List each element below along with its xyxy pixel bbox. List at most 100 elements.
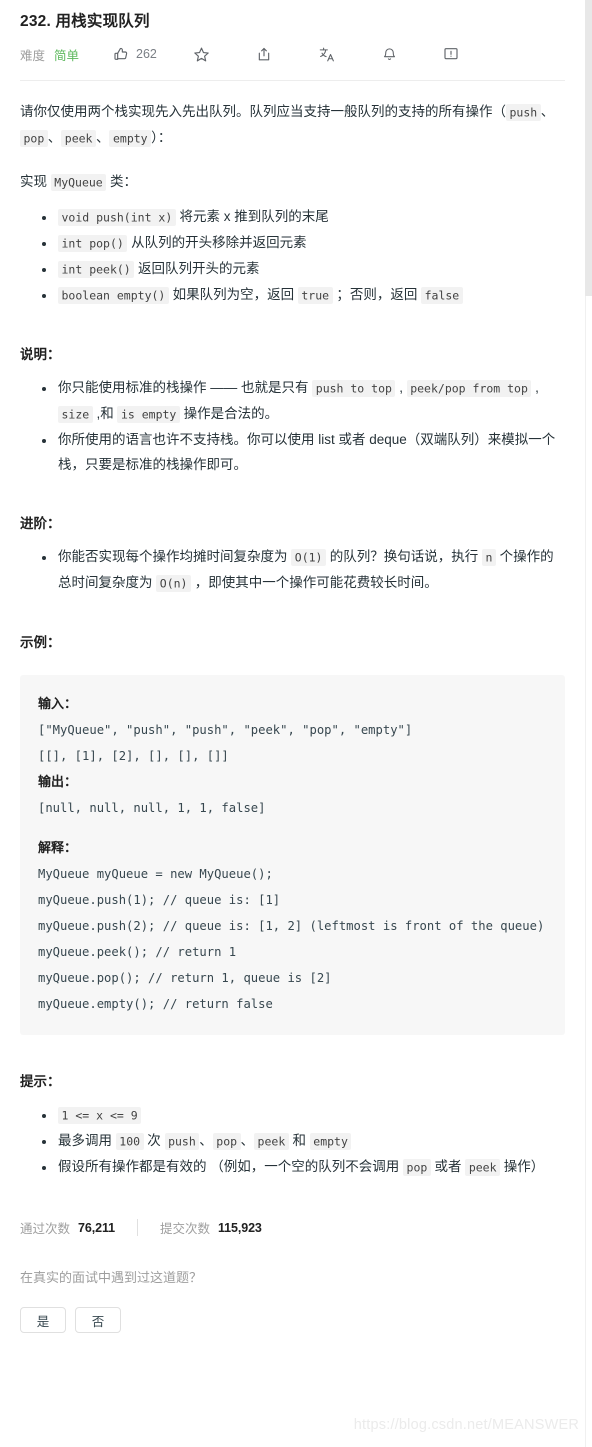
section-heading-example: 示例： <box>20 635 61 651</box>
description-paragraph-2: 实现 MyQueue 类： <box>20 169 565 195</box>
desc-text-a: 请你仅使用两个栈实现先入先出队列。队列应当支持一般队列的支持的所有操作（ <box>20 104 506 120</box>
method-desc-b: ；否则，返回 <box>332 287 422 303</box>
list-item: 你所使用的语言也许不支持栈。你可以使用 list 或者 deque（双端队列）来… <box>56 427 565 477</box>
sep-1: 、 <box>540 104 555 120</box>
like-count: 262 <box>136 47 157 62</box>
list-item: int peek() 返回队列开头的元素 <box>56 256 565 282</box>
list-item: boolean empty() 如果队列为空，返回 true ；否则，返回 fa… <box>56 282 565 308</box>
code-myqueue: MyQueue <box>50 173 107 191</box>
impl-text-a: 实现 <box>20 174 51 190</box>
code-constraint-x: 1 <= x <= 9 <box>58 1106 142 1124</box>
method-desc-a: 如果队列为空，返回 <box>168 287 298 303</box>
difficulty-value: 简单 <box>54 48 80 63</box>
no-button[interactable]: 否 <box>75 1307 121 1334</box>
problem-content: 请你仅使用两个栈实现先入先出队列。队列应当支持一般队列的支持的所有操作（ push… <box>0 99 585 1180</box>
list-item: void push(int x) 将元素 x 推到队列的末尾 <box>56 204 565 230</box>
code-size: size <box>58 405 93 423</box>
list-item: int pop() 从队列的开头移除并返回元素 <box>56 230 565 256</box>
note-text-b: , <box>395 380 407 396</box>
hint3-text-c: 操作） <box>500 1159 545 1175</box>
method-signature: void push(int x) <box>58 208 176 226</box>
hint-text-b: 次 <box>143 1133 165 1149</box>
page-scrollbar[interactable] <box>585 0 592 1447</box>
problem-page: 232. 用栈实现队列 难度 简单 262 请你仅使用两个栈实现先入先出队列。队… <box>0 0 585 1334</box>
passed-value: 76,211 <box>78 1220 115 1235</box>
desc-text-b: ）： <box>151 130 172 146</box>
submitted-value: 115,923 <box>217 1220 262 1235</box>
example-explain-line: myQueue.peek(); // return 1 <box>38 945 237 960</box>
notes-list: 你只能使用标准的栈操作 —— 也就是只有 push to top , peek/… <box>20 375 565 477</box>
list-item: 你只能使用标准的栈操作 —— 也就是只有 push to top , peek/… <box>56 375 565 427</box>
list-item: 最多调用 100 次 push、pop、peek 和 empty <box>56 1128 565 1154</box>
description-paragraph-1: 请你仅使用两个栈实现先入先出队列。队列应当支持一般队列的支持的所有操作（ push… <box>20 99 565 151</box>
section-heading-advanced: 进阶： <box>20 516 61 532</box>
adv-text-d: ，即使其中一个操作可能花费较长时间。 <box>190 575 438 591</box>
difficulty-label: 难度 <box>20 48 46 63</box>
sep-2: 、 <box>47 130 62 146</box>
example-input-label: 输入： <box>38 696 78 712</box>
code-peek-hint3: peek <box>465 1158 501 1176</box>
list-item: 假设所有操作都是有效的 （例如，一个空的队列不会调用 pop 或者 peek 操… <box>56 1154 565 1180</box>
example-input-line-1: ["MyQueue", "push", "push", "peek", "pop… <box>38 723 413 738</box>
code-empty-hint: empty <box>309 1132 352 1150</box>
yes-button[interactable]: 是 <box>20 1307 66 1334</box>
problem-toolbar <box>193 46 459 63</box>
scrollbar-thumb[interactable] <box>585 0 592 296</box>
example-spacer <box>38 821 547 835</box>
example-explain-line: myQueue.push(1); // queue is: [1] <box>38 893 281 908</box>
code-true: true <box>297 286 333 304</box>
code-pop: pop <box>20 129 48 147</box>
section-heading-notes: 说明： <box>20 347 61 363</box>
code-pop-hint3: pop <box>403 1158 431 1176</box>
method-list: void push(int x) 将元素 x 推到队列的末尾 int pop()… <box>20 204 565 308</box>
method-signature: int peek() <box>58 260 135 278</box>
problem-stats: 通过次数 76,211 提交次数 115,923 <box>0 1218 585 1237</box>
passed-label: 通过次数 <box>20 1222 71 1237</box>
share-icon[interactable] <box>256 46 272 63</box>
code-o1: O(1) <box>291 548 326 566</box>
submitted-label: 提交次数 <box>159 1222 210 1237</box>
advanced-list: 你能否实现每个操作均摊时间复杂度为 O(1) 的队列？换句话说，执行 n 个操作… <box>20 544 565 596</box>
comment-icon[interactable] <box>443 46 459 62</box>
hint-sep-2: 、 <box>240 1133 255 1149</box>
method-signature: boolean empty() <box>58 286 169 304</box>
code-peek: peek <box>61 129 96 147</box>
code-false: false <box>421 286 463 304</box>
header-divider <box>20 80 565 82</box>
watermark: https://blog.csdn.net/MEANSWER <box>353 1417 579 1433</box>
example-output-line: [null, null, null, 1, 1, false] <box>38 801 266 816</box>
translate-icon[interactable] <box>318 46 336 63</box>
section-heading-hints: 提示： <box>20 1074 61 1090</box>
code-peek-hint: peek <box>254 1132 289 1150</box>
problem-meta-row: 难度 简单 262 <box>20 39 565 69</box>
example-code-block: 输入： ["MyQueue", "push", "push", "peek", … <box>20 675 565 1036</box>
problem-header: 232. 用栈实现队列 难度 简单 262 <box>0 0 585 69</box>
example-output-label: 输出： <box>38 774 78 790</box>
code-push: push <box>506 103 541 121</box>
list-item: 你能否实现每个操作均摊时间复杂度为 O(1) 的队列？换句话说，执行 n 个操作… <box>56 544 565 596</box>
method-desc: 将元素 x 推到队列的末尾 <box>175 209 329 225</box>
note-text-a: 你只能使用标准的栈操作 —— 也就是只有 <box>58 380 313 396</box>
method-desc: 返回队列开头的元素 <box>134 261 260 277</box>
example-explain-label: 解释： <box>38 840 78 856</box>
hint3-text-b: 或者 <box>430 1159 466 1175</box>
code-empty: empty <box>109 129 152 147</box>
example-explain-line: myQueue.push(2); // queue is: [1, 2] (le… <box>38 919 545 934</box>
method-desc: 从队列的开头移除并返回元素 <box>127 235 307 251</box>
hint-text-e: 和 <box>288 1133 310 1149</box>
code-n: n <box>481 548 496 566</box>
code-push-to-top: push to top <box>312 379 396 397</box>
code-is-empty: is empty <box>117 405 180 423</box>
note-text-e: 操作是合法的。 <box>179 406 279 422</box>
bell-icon[interactable] <box>382 46 397 63</box>
like-button[interactable]: 262 <box>113 46 157 62</box>
method-signature: int pop() <box>58 234 128 252</box>
example-input-line-2: [[], [1], [2], [], [], []] <box>38 749 229 764</box>
code-peek-pop-from-top: peek/pop from top <box>406 379 532 397</box>
page-title: 232. 用栈实现队列 <box>20 13 150 30</box>
hint-sep-1: 、 <box>199 1133 213 1149</box>
star-icon[interactable] <box>193 46 210 63</box>
interview-question: 在真实的面试中遇到过这道题？ <box>20 1270 203 1286</box>
note-text-d: ,和 <box>92 406 118 422</box>
code-100: 100 <box>115 1132 144 1150</box>
